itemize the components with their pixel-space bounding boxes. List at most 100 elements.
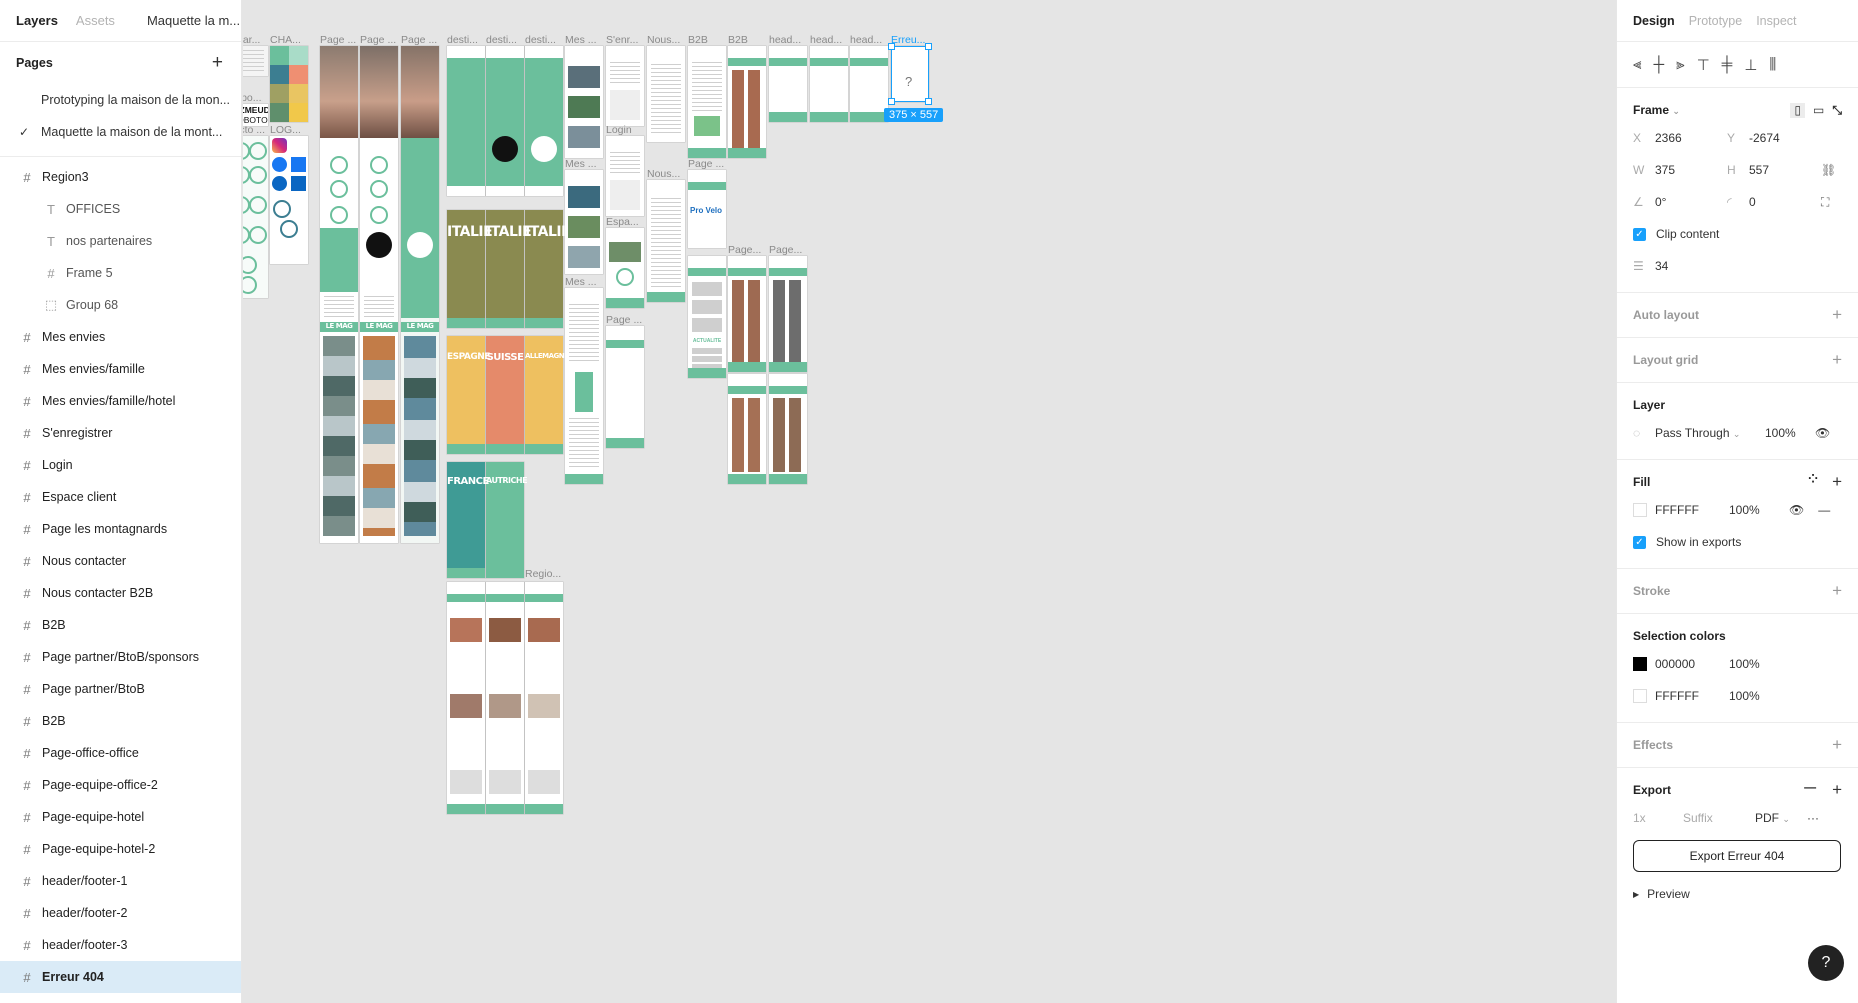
frame-page-2[interactable] <box>360 46 398 543</box>
frame-label-page-6[interactable]: Page... <box>769 244 802 256</box>
layer-row[interactable]: # header/footer-2 <box>0 897 241 929</box>
frame-label-typo[interactable]: Typo... <box>243 92 262 104</box>
tab-design[interactable]: Design <box>1633 14 1675 28</box>
fill-hex-input[interactable]: FFFFFF <box>1655 503 1729 517</box>
frame-header-footer-1[interactable] <box>769 46 807 122</box>
frame-b2b-2[interactable] <box>728 46 766 158</box>
frame-region-2[interactable] <box>486 582 524 814</box>
export-suffix-input[interactable]: Suffix <box>1683 811 1755 825</box>
corner-radius-input[interactable]: 0 <box>1749 195 1821 209</box>
frame-label-page-3[interactable]: Page ... <box>401 34 437 46</box>
frame-label-head-3[interactable]: head... <box>850 34 882 46</box>
align-center-horizontal-icon[interactable]: ┼ <box>1653 56 1664 73</box>
frame-logos[interactable] <box>270 136 308 264</box>
resize-to-fit-icon[interactable]: ⤡ <box>1832 103 1842 118</box>
frame-partner-sponsors[interactable]: Pro Velo <box>688 170 726 248</box>
layer-row[interactable]: # header/footer-1 <box>0 865 241 897</box>
frame-destination-2[interactable] <box>486 46 524 196</box>
frame-label-mes-2[interactable]: Mes ... <box>565 158 597 170</box>
frame-page-montagnards[interactable] <box>606 326 644 448</box>
selection-color-hex[interactable]: 000000 <box>1655 657 1729 671</box>
tab-layers[interactable]: Layers <box>16 13 58 28</box>
frame-label-nous-2[interactable]: Nous... <box>647 168 680 180</box>
frame-nous-contacter[interactable] <box>647 46 685 142</box>
frame-header-footer-3[interactable] <box>850 46 888 122</box>
layer-row[interactable]: # Mes envies/famille/hotel <box>0 385 241 417</box>
layer-row[interactable]: # Frame 5 <box>0 257 241 289</box>
frame-label-search[interactable]: Sear... <box>243 34 260 46</box>
resize-handle-bottom-left[interactable] <box>888 98 895 105</box>
tab-assets[interactable]: Assets <box>76 13 115 28</box>
layer-row[interactable]: # Page-equipe-office-2 <box>0 769 241 801</box>
distribute-icon[interactable]: ⫼ <box>1769 56 1776 73</box>
export-button[interactable]: Export Erreur 404 <box>1633 840 1841 872</box>
frame-espace-client[interactable] <box>606 228 644 308</box>
frame-label-desti-1[interactable]: desti... <box>447 34 478 46</box>
add-export-icon[interactable]: + <box>1832 780 1842 800</box>
frame-label-senregistrer[interactable]: S'enr... <box>606 34 638 46</box>
design-canvas[interactable]: Sear... CHA... Page ... Page ... Page ..… <box>243 0 1616 1003</box>
frame-region-3[interactable] <box>525 582 563 814</box>
independent-corners-icon[interactable]: ⛶ <box>1821 195 1829 210</box>
tab-inspect[interactable]: Inspect <box>1756 14 1796 28</box>
layer-row[interactable]: # Login <box>0 449 241 481</box>
page-item-prototyping[interactable]: Prototyping la maison de la mon... <box>0 84 241 116</box>
preview-toggle[interactable]: Preview <box>1647 887 1690 901</box>
align-bottom-icon[interactable]: ⊥ <box>1744 56 1757 74</box>
frame-label-page-5[interactable]: Page... <box>728 244 761 256</box>
file-page-selector[interactable]: Maquette la m...⌃ <box>147 13 255 28</box>
layer-row[interactable]: # B2B <box>0 609 241 641</box>
frame-label-b2b-1[interactable]: B2B <box>688 34 708 46</box>
frame-label-head-1[interactable]: head... <box>769 34 801 46</box>
frame-b2b-1[interactable] <box>688 46 726 158</box>
frame-login[interactable] <box>606 136 644 216</box>
frame-destination-1[interactable] <box>447 46 485 196</box>
add-auto-layout-icon[interactable]: + <box>1832 305 1842 325</box>
fill-color-swatch[interactable] <box>1633 503 1647 517</box>
layer-row[interactable]: # Page-equipe-hotel-2 <box>0 833 241 865</box>
frame-nous-contacter-b2b[interactable] <box>647 180 685 302</box>
export-more-options-icon[interactable]: ··· <box>1807 811 1819 825</box>
add-effect-icon[interactable]: + <box>1832 735 1842 755</box>
layer-row[interactable]: # Page les montagnards <box>0 513 241 545</box>
fill-styles-icon[interactable]: ⁘ <box>1808 472 1818 492</box>
help-button[interactable]: ? <box>1808 945 1844 981</box>
selection-color-hex[interactable]: FFFFFF <box>1655 689 1729 703</box>
frame-equipe-hotel-2[interactable] <box>769 374 807 484</box>
layer-row[interactable]: # Page-equipe-hotel <box>0 801 241 833</box>
frame-label-page-2[interactable]: Page ... <box>360 34 396 46</box>
frame-label-b2b-2[interactable]: B2B <box>728 34 748 46</box>
frame-equipe-office-2[interactable] <box>769 256 807 372</box>
frame-page-1[interactable] <box>320 46 358 543</box>
frame-dropdown[interactable]: Frame ⌄ <box>1633 103 1680 117</box>
layer-row[interactable]: # Espace client <box>0 481 241 513</box>
resize-handle-top-right[interactable] <box>925 43 932 50</box>
frame-destination-3[interactable] <box>525 46 563 196</box>
height-input[interactable]: 557 <box>1749 163 1821 177</box>
portrait-orientation-icon[interactable]: ▯ <box>1790 102 1806 118</box>
clip-content-checkbox[interactable]: ✓ <box>1633 227 1646 241</box>
frame-equipe-office[interactable] <box>728 256 766 372</box>
tab-prototype[interactable]: Prototype <box>1689 14 1743 28</box>
rotation-input[interactable]: 0° <box>1655 195 1727 209</box>
x-input[interactable]: 2366 <box>1655 131 1727 145</box>
frame-senregistrer[interactable] <box>606 46 644 126</box>
layer-row[interactable]: Tnos partenaires <box>0 225 241 257</box>
layer-row[interactable]: # Region3 <box>0 161 241 193</box>
show-in-exports-checkbox[interactable]: ✓ <box>1633 535 1646 549</box>
frame-label-desti-3[interactable]: desti... <box>525 34 556 46</box>
layer-opacity-input[interactable]: 100% <box>1765 426 1815 440</box>
frame-typo[interactable]: BIZMEUD ROBOTO <box>243 104 268 126</box>
layer-row[interactable]: # Page partner/BtoB/sponsors <box>0 641 241 673</box>
frame-label-picto[interactable]: Picto ... <box>243 124 265 136</box>
layer-row[interactable]: # Page-office-office <box>0 737 241 769</box>
frame-mes-envies-famille[interactable] <box>565 170 603 274</box>
layer-row[interactable]: # Mes envies <box>0 321 241 353</box>
frame-label-mes[interactable]: Mes ... <box>565 34 597 46</box>
export-format-select[interactable]: PDF ⌄ <box>1755 811 1807 825</box>
layer-row[interactable]: # Mes envies/famille <box>0 353 241 385</box>
frame-picto[interactable] <box>243 136 268 298</box>
layer-row[interactable]: # B2B <box>0 705 241 737</box>
layer-row[interactable]: # Erreur 404 <box>0 961 241 993</box>
layer-row[interactable]: ⬚ Group 68 <box>0 289 241 321</box>
